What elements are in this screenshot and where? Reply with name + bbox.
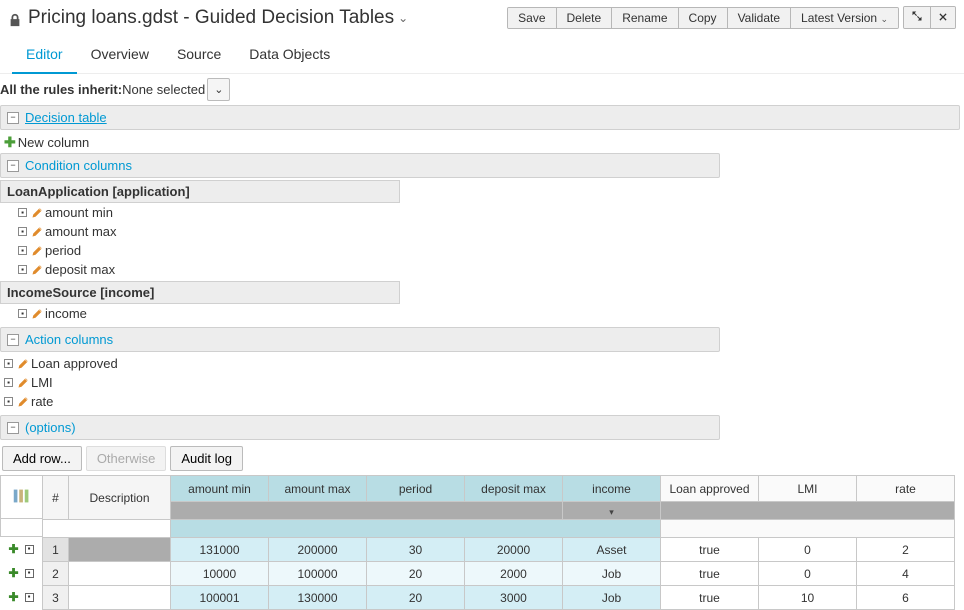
- tab-editor[interactable]: Editor: [12, 36, 77, 74]
- grid-group-loanapp[interactable]: [171, 502, 563, 520]
- inherit-dropdown[interactable]: ⌄: [207, 78, 230, 101]
- expand-button[interactable]: [904, 7, 930, 28]
- tab-overview[interactable]: Overview: [77, 36, 163, 73]
- tab-data-objects[interactable]: Data Objects: [235, 36, 344, 73]
- collapse-icon[interactable]: −: [7, 160, 19, 172]
- version-dropdown[interactable]: Latest Version ⌄: [790, 8, 898, 28]
- action-label: Loan approved: [31, 356, 118, 371]
- copy-button[interactable]: Copy: [678, 8, 727, 28]
- pencil-icon[interactable]: [31, 207, 43, 219]
- rename-button[interactable]: Rename: [611, 8, 677, 28]
- grid-header-rate[interactable]: rate: [857, 476, 955, 502]
- plus-icon[interactable]: ✚: [4, 134, 16, 151]
- panel-action-columns[interactable]: − Action columns: [0, 327, 720, 352]
- chevron-down-icon: ⌄: [880, 14, 888, 24]
- collapse-icon[interactable]: −: [7, 422, 19, 434]
- row-add-icon[interactable]: ✚: [8, 542, 18, 556]
- inherit-label: All the rules inherit:: [0, 82, 122, 97]
- field-label: deposit max: [45, 262, 115, 277]
- grid-group-actions[interactable]: [661, 502, 955, 520]
- field-label: amount min: [45, 205, 113, 220]
- grid-header-lmi[interactable]: LMI: [759, 476, 857, 502]
- field-label: period: [45, 243, 81, 258]
- pencil-icon[interactable]: [17, 396, 29, 408]
- fact-loan-application: LoanApplication [application]: [0, 180, 400, 203]
- pencil-icon[interactable]: [17, 377, 29, 389]
- grid-header-deposit-max[interactable]: deposit max: [465, 476, 563, 502]
- table-row[interactable]: 3 100001 130000 20 3000 Job true 10 6: [43, 586, 955, 610]
- field-period: ▪ period: [0, 241, 964, 260]
- field-label: amount max: [45, 224, 117, 239]
- chevron-down-icon: ▾: [609, 507, 614, 517]
- pencil-icon[interactable]: [31, 245, 43, 257]
- save-button[interactable]: Save: [508, 8, 555, 28]
- panel-decision-table[interactable]: − Decision table: [0, 105, 960, 130]
- grid-header-amount-min[interactable]: amount min: [171, 476, 269, 502]
- action-columns-link[interactable]: Action columns: [25, 332, 113, 347]
- options-link[interactable]: (options): [25, 420, 76, 435]
- action-label: LMI: [31, 375, 53, 390]
- inherit-value: None selected: [122, 82, 205, 97]
- audit-log-button[interactable]: Audit log: [170, 446, 243, 471]
- row-remove-icon[interactable]: ▪: [25, 545, 34, 554]
- table-row[interactable]: 2 10000 100000 20 2000 Job true 0 4: [43, 562, 955, 586]
- expand-icon[interactable]: ▪: [4, 378, 13, 387]
- collapse-icon[interactable]: −: [7, 334, 19, 346]
- analyze-icon[interactable]: [11, 485, 33, 510]
- row-add-icon[interactable]: ✚: [8, 590, 18, 604]
- add-row-button[interactable]: Add row...: [2, 446, 82, 471]
- grid-header-amount-max[interactable]: amount max: [269, 476, 367, 502]
- row-add-icon[interactable]: ✚: [8, 566, 18, 580]
- grid-header-period[interactable]: period: [367, 476, 465, 502]
- otherwise-button: Otherwise: [86, 446, 167, 471]
- action-label: rate: [31, 394, 53, 409]
- title-dropdown-icon[interactable]: ⌄: [398, 11, 408, 25]
- expand-icon[interactable]: ▪: [18, 208, 27, 217]
- field-deposit-max: ▪ deposit max: [0, 260, 964, 279]
- page-title: Pricing loans.gdst - Guided Decision Tab…: [28, 7, 394, 29]
- field-amount-min: ▪ amount min: [0, 203, 964, 222]
- collapse-icon[interactable]: −: [7, 112, 19, 124]
- condition-columns-link[interactable]: Condition columns: [25, 158, 132, 173]
- pencil-icon[interactable]: [31, 264, 43, 276]
- panel-condition-columns[interactable]: − Condition columns: [0, 153, 720, 178]
- field-label: income: [45, 306, 87, 321]
- row-remove-icon[interactable]: ▪: [25, 569, 34, 578]
- new-column-link[interactable]: New column: [18, 135, 90, 150]
- field-income: ▪ income: [0, 304, 964, 323]
- grid-group-income[interactable]: ▾: [563, 502, 661, 520]
- grid-header-income[interactable]: income: [563, 476, 661, 502]
- pencil-icon[interactable]: [17, 358, 29, 370]
- decision-grid[interactable]: # Description amount min amount max peri…: [42, 475, 955, 610]
- close-button[interactable]: [930, 7, 955, 28]
- expand-icon[interactable]: ▪: [4, 359, 13, 368]
- expand-icon[interactable]: ▪: [18, 227, 27, 236]
- action-loan-approved: ▪ Loan approved: [0, 354, 964, 373]
- grid-header-num[interactable]: #: [43, 476, 69, 520]
- row-remove-icon[interactable]: ▪: [25, 593, 34, 602]
- action-lmi: ▪ LMI: [0, 373, 964, 392]
- table-row[interactable]: 1 131000 200000 30 20000 Asset true 0 2: [43, 538, 955, 562]
- lock-icon: [8, 13, 22, 27]
- decision-table-link[interactable]: Decision table: [25, 110, 107, 125]
- tab-source[interactable]: Source: [163, 36, 235, 73]
- expand-icon[interactable]: ▪: [18, 265, 27, 274]
- expand-icon[interactable]: ▪: [18, 309, 27, 318]
- fact-income-source: IncomeSource [income]: [0, 281, 400, 304]
- pencil-icon[interactable]: [31, 226, 43, 238]
- action-rate: ▪ rate: [0, 392, 964, 411]
- grid-header-desc[interactable]: Description: [69, 476, 171, 520]
- expand-icon[interactable]: ▪: [4, 397, 13, 406]
- grid-header-loan-approved[interactable]: Loan approved: [661, 476, 759, 502]
- field-amount-max: ▪ amount max: [0, 222, 964, 241]
- panel-options[interactable]: − (options): [0, 415, 720, 440]
- delete-button[interactable]: Delete: [556, 8, 612, 28]
- pencil-icon[interactable]: [31, 308, 43, 320]
- validate-button[interactable]: Validate: [727, 8, 790, 28]
- expand-icon[interactable]: ▪: [18, 246, 27, 255]
